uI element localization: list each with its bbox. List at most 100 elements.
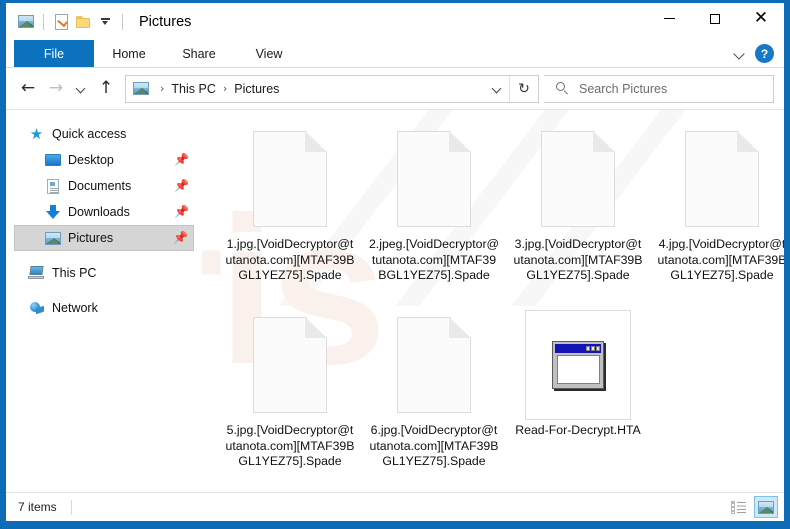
pin-icon[interactable]: 📌 [174,154,189,167]
refresh-button[interactable]: ↻ [509,75,538,102]
file-grid: 1.jpg.[VoidDecryptor@tutanota.com][MTAF3… [202,110,784,488]
sidebar-item-quick-access[interactable]: ★ Quick access [14,121,194,147]
network-icon [28,300,45,316]
blank-file-icon [397,131,471,227]
file-icon-box [525,310,631,420]
breadcrumb-pictures[interactable]: Pictures [232,82,281,96]
customize-qat-icon[interactable] [94,11,116,33]
file-item[interactable]: 3.jpg.[VoidDecryptor@tutanota.com][MTAF3… [506,116,650,302]
maximize-button[interactable] [692,3,738,34]
file-item[interactable]: 6.jpg.[VoidDecryptor@tutanota.com][MTAF3… [362,302,506,488]
pictures-icon [44,230,61,246]
sidebar-item-label: Desktop [68,153,114,167]
help-button[interactable]: ? [755,44,774,63]
hta-window-icon [552,341,604,389]
status-divider [70,499,72,515]
breadcrumb-separator: › [160,82,165,95]
forward-button[interactable]: → [42,75,70,103]
ribbon-right-controls: ? [733,40,780,67]
file-name-label: 4.jpg.[VoidDecryptor@tutanota.com][MTAF3… [657,237,784,282]
file-name-label: 2.jpeg.[VoidDecryptor@tutanota.com][MTAF… [368,237,500,282]
file-name-label: 5.jpg.[VoidDecryptor@tutanota.com][MTAF3… [225,423,355,468]
recent-locations-button[interactable] [70,75,92,103]
pin-icon[interactable]: 📌 [174,206,189,219]
sidebar-item-label: Downloads [68,205,130,219]
file-name-label: Read-For-Decrypt.HTA [515,423,641,437]
file-icon-box [669,124,775,234]
file-item[interactable]: 4.jpg.[VoidDecryptor@tutanota.com][MTAF3… [650,116,784,302]
file-icon-box [237,124,343,234]
file-name-label: 1.jpg.[VoidDecryptor@tutanota.com][MTAF3… [225,237,355,282]
chevron-down-icon[interactable] [733,47,747,61]
sidebar-item-downloads[interactable]: Downloads 📌 [14,199,194,225]
address-dropdown-button[interactable] [485,77,509,101]
back-button[interactable]: ← [14,75,42,103]
desktop-icon [44,152,61,168]
explorer-body: ★ Quick access Desktop 📌 Documents 📌 Dow… [6,110,784,492]
file-icon-box [381,310,487,420]
sidebar-item-documents[interactable]: Documents 📌 [14,173,194,199]
file-item[interactable]: 5.jpg.[VoidDecryptor@tutanota.com][MTAF3… [218,302,362,488]
details-view-button[interactable] [726,496,750,518]
window-controls: ✕ [646,3,784,34]
search-icon [556,82,569,95]
back-arrow-icon: ← [20,78,36,98]
view-mode-buttons [726,496,778,518]
new-folder-icon[interactable] [72,11,94,33]
tab-home[interactable]: Home [94,40,164,67]
title-bar: Pictures ✕ [6,3,784,40]
tab-share[interactable]: Share [164,40,234,67]
blank-file-icon [253,317,327,413]
breadcrumb: › This PC › Pictures [155,82,485,96]
sidebar-item-desktop[interactable]: Desktop 📌 [14,147,194,173]
pin-icon[interactable]: 📌 [173,232,188,245]
chevron-down-icon [75,82,88,95]
pictures-icon[interactable] [15,11,37,33]
tab-file[interactable]: File [14,40,94,67]
file-item[interactable]: 2.jpeg.[VoidDecryptor@tutanota.com][MTAF… [362,116,506,302]
item-count-label: 7 items [18,500,57,514]
address-bar[interactable]: › This PC › Pictures ↻ [125,74,539,103]
sidebar-item-network[interactable]: Network [14,295,194,321]
file-name-label: 6.jpg.[VoidDecryptor@tutanota.com][MTAF3… [369,423,499,468]
large-icons-view-icon [758,500,774,514]
toolbar-divider-2 [122,13,123,30]
window-title: Pictures [139,13,192,30]
close-button[interactable]: ✕ [738,3,784,34]
sidebar-item-pictures[interactable]: Pictures 📌 [14,225,194,251]
blank-file-icon [253,131,327,227]
star-icon: ★ [29,124,44,143]
details-view-icon [730,500,746,514]
pin-icon[interactable]: 📌 [174,180,189,193]
file-item-ransom-note[interactable]: Read-For-Decrypt.HTA [506,302,650,488]
blank-file-icon [685,131,759,227]
file-item[interactable]: 1.jpg.[VoidDecryptor@tutanota.com][MTAF3… [218,116,362,302]
search-box[interactable]: Search Pictures [544,74,774,103]
chevron-down-icon [491,82,504,95]
blank-file-icon [397,317,471,413]
status-bar: 7 items [6,492,784,521]
properties-icon[interactable] [50,11,72,33]
file-icon-box [525,124,631,234]
documents-icon [44,178,61,194]
pictures-icon [133,82,149,95]
window-frame: Pictures ✕ File Home Share View ? ← → ↑ … [6,3,784,521]
file-icon-box [237,310,343,420]
tab-view[interactable]: View [234,40,304,67]
large-icons-view-button[interactable] [754,496,778,518]
quick-access-toolbar [6,11,129,33]
this-pc-icon [28,265,45,281]
close-icon: ✕ [753,8,769,28]
up-arrow-icon: ↑ [98,78,114,98]
minimize-button[interactable] [646,3,692,34]
sidebar-item-label: Pictures [68,231,114,245]
ribbon-tabs: File Home Share View ? [6,40,784,68]
file-list-pane[interactable]: ╱╱╱ ris 1.jpg.[VoidDecryptor@tutanota.co… [202,110,784,492]
file-explorer-window: Pictures ✕ File Home Share View ? ← → ↑ … [0,0,790,529]
navigation-bar: ← → ↑ › This PC › Pictures ↻ Search Pict… [6,68,784,110]
forward-arrow-icon: → [48,78,64,98]
sidebar-item-this-pc[interactable]: This PC [14,260,194,286]
search-input[interactable]: Search Pictures [579,82,667,96]
breadcrumb-this-pc[interactable]: This PC [169,82,217,96]
up-button[interactable]: ↑ [92,75,120,103]
